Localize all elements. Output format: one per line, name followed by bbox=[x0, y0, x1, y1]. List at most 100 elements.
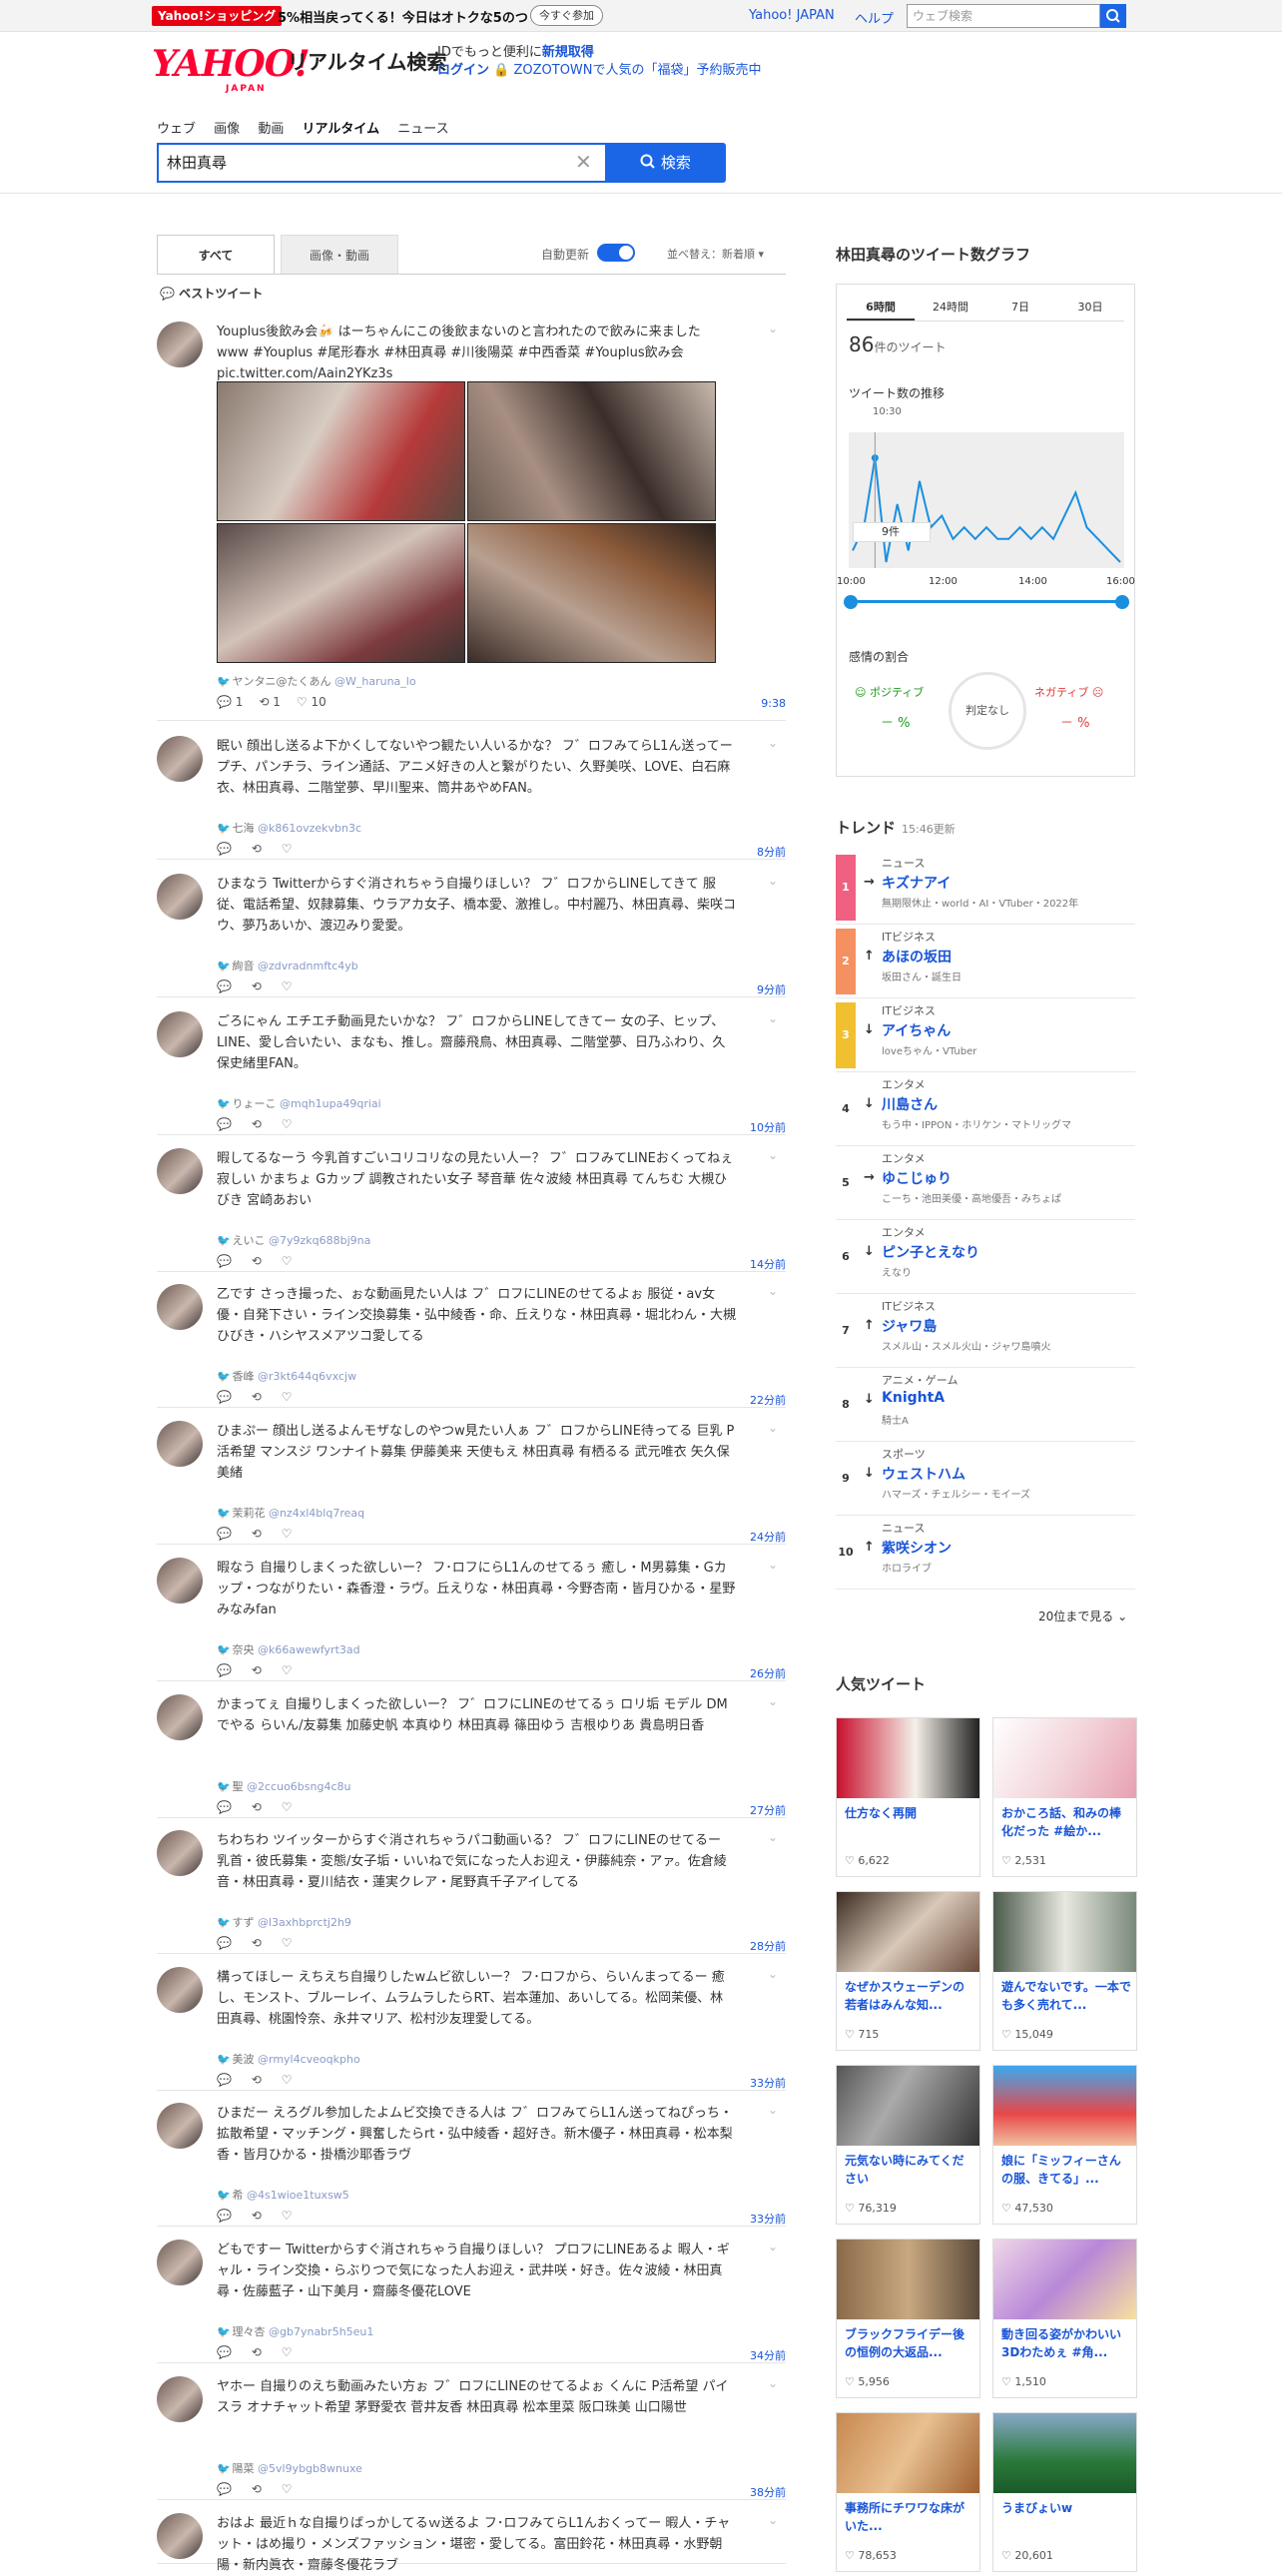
chevron-down-icon[interactable]: ⌄ bbox=[768, 1694, 778, 1708]
chevron-down-icon[interactable]: ⌄ bbox=[768, 736, 778, 750]
retweet-icon[interactable]: ⟲ bbox=[252, 1117, 266, 1131]
tab-media[interactable]: 画像・動画 bbox=[281, 235, 398, 275]
reply-icon[interactable]: 💬 bbox=[217, 2482, 236, 2496]
range-slider-track[interactable] bbox=[851, 600, 1122, 603]
search-button[interactable]: 検索 bbox=[605, 143, 726, 183]
card-image[interactable] bbox=[837, 2240, 979, 2319]
tweet-time[interactable]: 24分前 bbox=[750, 1529, 786, 1545]
tweet-time[interactable]: 27分前 bbox=[750, 1802, 786, 1818]
retweet-icon[interactable]: ⟲ bbox=[252, 1390, 266, 1404]
card-image[interactable] bbox=[837, 1892, 979, 1972]
reply-icon[interactable]: 💬 bbox=[217, 1663, 236, 1677]
tweet-item[interactable]: 暇してるなーう 今乳首すごいコリコリなの見たい人ー？ フ゛ロフみてLINEおくっ… bbox=[157, 1136, 786, 1272]
tweet-item[interactable]: かまってぇ 自撮りしまくった欲しいー？ フ゛ロフにLINEのせてるぅ ロリ垢 モ… bbox=[157, 1682, 786, 1818]
retweet-icon[interactable]: ⟲ bbox=[252, 2482, 266, 2496]
popular-tweet-card[interactable]: 動き回る姿がかわいい3Dわためぇ #角... ♡ 1,510 bbox=[992, 2239, 1137, 2398]
chevron-down-icon[interactable]: ⌄ bbox=[768, 322, 778, 335]
yahoo-logo[interactable]: YAHOO! bbox=[152, 45, 311, 83]
tweet-item[interactable]: ごろにゃん エチエチ動画見たいかな？ フ゛ロフからLINEしてきてー 女の子、ヒ… bbox=[157, 999, 786, 1135]
auto-update-toggle[interactable] bbox=[597, 244, 635, 262]
trend-item[interactable]: 5 エンタメ → ゆこじゅり こーち・池田美優・高地優吾・みちょぱ bbox=[836, 1146, 1135, 1220]
tweet-time[interactable]: 28分前 bbox=[750, 1938, 786, 1954]
tweet-author[interactable]: 🐦 すず @l3axhbprctj2h9 bbox=[217, 1914, 351, 1930]
trend-name[interactable]: KnightA bbox=[882, 1390, 945, 1406]
reply-icon[interactable]: 💬 bbox=[217, 2345, 236, 2359]
reply-icon[interactable]: 💬 bbox=[217, 1254, 236, 1268]
trend-name[interactable]: 川島さん bbox=[882, 1094, 938, 1114]
nav-image[interactable]: 画像 bbox=[214, 122, 240, 137]
card-title[interactable]: 元気ない時にみてください bbox=[845, 2152, 974, 2188]
graph-tab-6h[interactable]: 6時間 bbox=[847, 295, 915, 321]
range-slider-start-handle[interactable] bbox=[844, 595, 858, 609]
like-icon[interactable]: ♡ bbox=[282, 979, 293, 993]
nav-realtime[interactable]: リアルタイム bbox=[302, 122, 379, 137]
tweet-author[interactable]: 🐦 香峰 @r3kt644q6vxcjw bbox=[217, 1368, 356, 1384]
signup-link[interactable]: 新規取得 bbox=[542, 45, 594, 60]
like-icon[interactable]: ♡ bbox=[282, 2073, 293, 2087]
tweet-author[interactable]: 🐦 茉莉花 @nz4xl4blq7reaq bbox=[217, 1505, 364, 1521]
avatar[interactable] bbox=[157, 2513, 203, 2559]
tweet-author[interactable]: 🐦 希 @4s1wioe1tuxsw5 bbox=[217, 2187, 349, 2203]
card-image[interactable] bbox=[837, 1718, 979, 1798]
like-icon[interactable]: ♡ bbox=[282, 2345, 293, 2359]
retweet-icon[interactable]: ⟲ bbox=[252, 979, 266, 993]
tweet-time[interactable]: 9分前 bbox=[757, 981, 786, 997]
retweet-icon[interactable]: ⟲ bbox=[252, 2345, 266, 2359]
tweet-time[interactable]: 9:38 bbox=[761, 697, 786, 710]
tweet-count-chart[interactable]: 9件 bbox=[849, 432, 1124, 568]
popular-tweet-card[interactable]: 事務所にチワワな床がいた... ♡ 78,653 bbox=[836, 2412, 980, 2572]
tweet-author[interactable]: 🐦 美波 @rmyl4cveoqkpho bbox=[217, 2051, 360, 2067]
retweet-icon[interactable]: ⟲ bbox=[252, 1936, 266, 1950]
trend-item[interactable]: 2 ITビジネス ↑ あほの坂田 坂田さん・誕生日 bbox=[836, 925, 1135, 998]
avatar[interactable] bbox=[157, 322, 203, 367]
tweet-author[interactable]: 🐦 りょーこ @mqh1upa49qriai bbox=[217, 1095, 381, 1111]
trend-item[interactable]: 6 エンタメ ↓ ピン子とえなり えなり bbox=[836, 1220, 1135, 1294]
card-title[interactable]: ブラックフライデー後の恒例の大返品... bbox=[845, 2325, 974, 2361]
nav-news[interactable]: ニュース bbox=[397, 122, 448, 137]
avatar[interactable] bbox=[157, 1011, 203, 1057]
card-image[interactable] bbox=[993, 2240, 1136, 2319]
tweet-time[interactable]: 33分前 bbox=[750, 2075, 786, 2091]
tweet-item[interactable]: 構ってほしー えちえち自撮りしたwムビ欲しいー？ フ･ロフから、らいんまってるー… bbox=[157, 1955, 786, 2091]
like-icon[interactable]: ♡ bbox=[282, 1254, 293, 1268]
trend-item[interactable]: 1 ニュース → キズナアイ 無期限休止・world・AI・VTuber・2022年 bbox=[836, 851, 1135, 925]
chevron-down-icon[interactable]: ⌄ bbox=[768, 2103, 778, 2117]
tweet-item[interactable]: ちわちわ ツイッターからすぐ消されちゃうパコ動画いる？ フ゛ロフにLINEのせて… bbox=[157, 1818, 786, 1954]
chevron-down-icon[interactable]: ⌄ bbox=[768, 1421, 778, 1435]
tweet-time[interactable]: 38分前 bbox=[750, 2484, 786, 2500]
range-slider-end-handle[interactable] bbox=[1115, 595, 1129, 609]
popular-tweet-card[interactable]: 元気ない時にみてください ♡ 76,319 bbox=[836, 2065, 980, 2225]
trend-item[interactable]: 7 ITビジネス ↑ ジャワ島 スメル山・スメル火山・ジャワ島噴火 bbox=[836, 1294, 1135, 1368]
tweet-photo[interactable] bbox=[467, 523, 716, 663]
retweet-icon[interactable]: ⟲ bbox=[252, 2209, 266, 2223]
popular-tweet-card[interactable]: ブラックフライデー後の恒例の大返品... ♡ 5,956 bbox=[836, 2239, 980, 2398]
reply-icon[interactable]: 💬 bbox=[217, 1117, 236, 1131]
chevron-down-icon[interactable]: ⌄ bbox=[768, 2240, 778, 2254]
reply-icon[interactable]: 💬 bbox=[217, 1527, 236, 1541]
card-title[interactable]: 仕方なく再開 bbox=[845, 1804, 974, 1840]
like-icon[interactable]: ♡ bbox=[282, 1800, 293, 1814]
avatar[interactable] bbox=[157, 874, 203, 920]
tweet-author[interactable]: 🐦 奈央 @k66awewfyrt3ad bbox=[217, 1641, 360, 1657]
chevron-down-icon[interactable]: ⌄ bbox=[768, 1148, 778, 1162]
retweet-icon[interactable]: ⟲ 1 bbox=[259, 695, 281, 709]
reply-icon[interactable]: 💬 bbox=[217, 979, 236, 993]
join-button[interactable]: 今すぐ参加 bbox=[530, 5, 603, 26]
like-icon[interactable]: ♡ bbox=[282, 1936, 293, 1950]
tweet-time[interactable]: 34分前 bbox=[750, 2347, 786, 2363]
tweet-item[interactable]: 暇なう 自撮りしまくった欲しいー？ フ･ロフにらL1んのせてるぅ 癒し・M男募集… bbox=[157, 1546, 786, 1681]
avatar[interactable] bbox=[157, 2376, 203, 2422]
trend-name[interactable]: ピン子とえなり bbox=[882, 1242, 979, 1262]
popular-tweet-card[interactable]: なぜかスウェーデンの若者はみんな知... ♡ 715 bbox=[836, 1891, 980, 2051]
popular-tweet-card[interactable]: 遊んでないです。一本でも多く売れて... ♡ 15,049 bbox=[992, 1891, 1137, 2051]
retweet-icon[interactable]: ⟲ bbox=[252, 1800, 266, 1814]
trend-item[interactable]: 9 スポーツ ↓ ウェストハム ハマーズ・チェルシー・モイーズ bbox=[836, 1442, 1135, 1516]
trend-item[interactable]: 4 エンタメ ↓ 川島さん もう中・IPPON・ホリケン・マトリッグマ bbox=[836, 1072, 1135, 1146]
avatar[interactable] bbox=[157, 1284, 203, 1330]
web-search-button[interactable] bbox=[1100, 4, 1126, 28]
tweet-author[interactable]: 🐦 陽菜 @5vl9ybgb8wnuxe bbox=[217, 2460, 362, 2476]
tweet-author[interactable]: 🐦 えいこ @7y9zkq688bj9na bbox=[217, 1232, 370, 1248]
tweet-author[interactable]: 🐦 理々杏 @gb7ynabr5h5eu1 bbox=[217, 2323, 373, 2339]
avatar[interactable] bbox=[157, 736, 203, 782]
tweet-item[interactable]: おはよ 最近ｈな自撮りばっかしてるｗ送るよ フ･ロフみてらL1んおくってー 暇人… bbox=[157, 2501, 786, 2573]
